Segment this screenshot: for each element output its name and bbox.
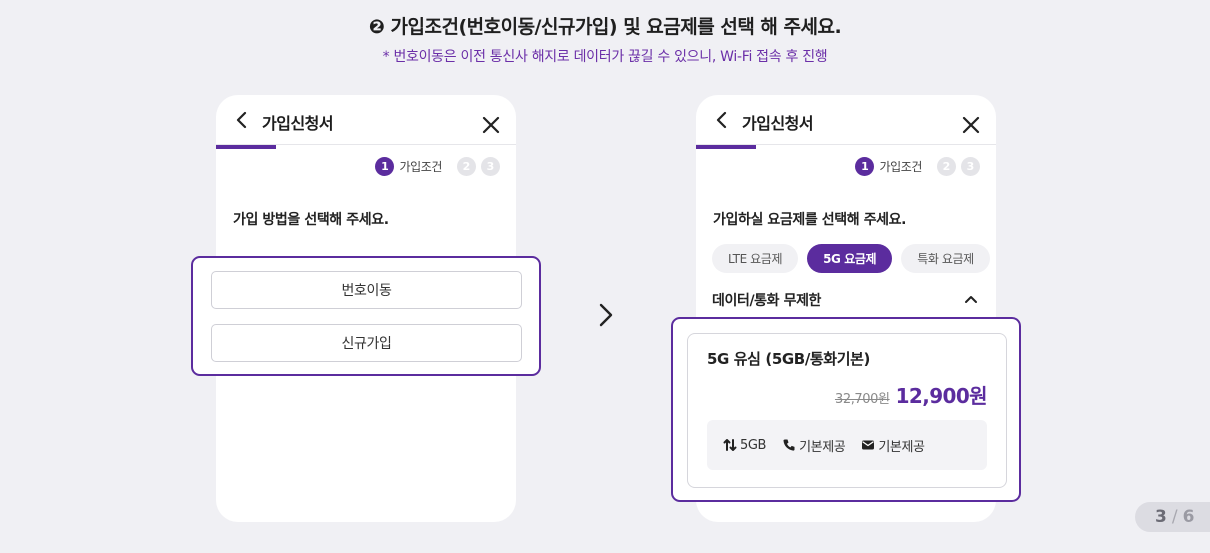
feature-call-value: 기본제공	[799, 439, 846, 455]
data-transfer-icon	[723, 439, 737, 451]
sale-price: 12,900원	[895, 384, 988, 408]
feature-call: 기본제공	[782, 436, 846, 455]
step-indicator: 1 가입조건 2 3	[375, 157, 500, 176]
step-3-badge: 3	[961, 157, 980, 176]
page-headline: ❷ 가입조건(번호이동/신규가입) 및 요금제를 선택 해 주세요.	[368, 16, 842, 38]
phone-icon	[783, 439, 795, 451]
phone-title: 가입신청서	[262, 114, 334, 133]
step-3-badge: 3	[481, 157, 500, 176]
step-1-label: 가입조건	[879, 160, 922, 174]
new-signup-button[interactable]: 신규가입	[211, 324, 522, 362]
phone-title: 가입신청서	[742, 114, 814, 133]
number-port-button[interactable]: 번호이동	[211, 271, 522, 309]
back-arrow-icon[interactable]	[714, 111, 730, 129]
step-1-badge: 1	[855, 157, 875, 176]
message-icon	[862, 440, 875, 450]
plan-features: 5GB 기본제공 기본제공	[707, 420, 987, 470]
pager-separator: /	[1171, 507, 1178, 527]
join-method-question: 가입 방법을 선택해 주세요.	[233, 212, 389, 228]
join-method-options-highlight: 번호이동 신규가입	[191, 256, 541, 376]
chevron-up-icon[interactable]	[964, 294, 978, 304]
plan-name: 5G 유심 (5GB/통화기본)	[707, 350, 870, 368]
plan-type-tabs: LTE 요금제 5G 요금제 특화 요금제	[712, 244, 990, 273]
plan-question: 가입하실 요금제를 선택해 주세요.	[713, 212, 907, 228]
tab-special-plans[interactable]: 특화 요금제	[901, 244, 990, 273]
close-icon[interactable]	[480, 114, 502, 136]
chevron-right-icon	[599, 303, 613, 327]
step-2-badge: 2	[937, 157, 956, 176]
tab-5g-plans[interactable]: 5G 요금제	[807, 244, 893, 273]
page-notice: * 번호이동은 이전 통신사 해지로 데이터가 끊길 수 있으니, Wi-Fi …	[382, 49, 828, 65]
feature-message-value: 기본제공	[878, 439, 925, 455]
tab-lte-plans[interactable]: LTE 요금제	[712, 244, 799, 273]
step-2-badge: 2	[457, 157, 476, 176]
pager-current: 3	[1155, 507, 1167, 527]
slide-pager: 3 / 6	[1135, 502, 1210, 532]
step-indicator: 1 가입조건 2 3	[855, 157, 980, 176]
step-1-label: 가입조건	[399, 160, 442, 174]
progress-bar	[216, 145, 276, 149]
pager-total: 6	[1182, 507, 1195, 527]
phone-header: 가입신청서	[696, 95, 996, 145]
plan-card[interactable]: 5G 유심 (5GB/통화기본) 32,700원 12,900원 5GB 기본제…	[687, 333, 1007, 488]
feature-message: 기본제공	[861, 436, 925, 455]
plan-section-title[interactable]: 데이터/통화 무제한	[712, 290, 821, 310]
close-icon[interactable]	[960, 114, 982, 136]
step-1-badge: 1	[375, 157, 395, 176]
progress-bar	[696, 145, 756, 149]
phone-header: 가입신청서	[216, 95, 516, 145]
feature-data: 5GB	[723, 438, 766, 453]
plan-card-highlight: 5G 유심 (5GB/통화기본) 32,700원 12,900원 5GB 기본제…	[671, 317, 1021, 502]
price-row: 32,700원 12,900원	[834, 380, 988, 409]
original-price: 32,700원	[834, 392, 890, 407]
feature-data-value: 5GB	[740, 437, 767, 453]
back-arrow-icon[interactable]	[234, 111, 250, 129]
